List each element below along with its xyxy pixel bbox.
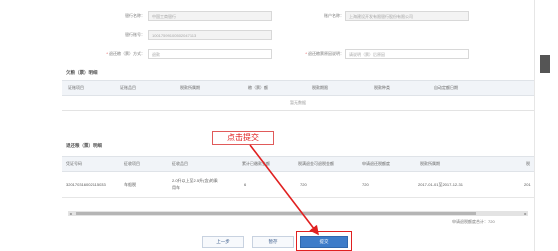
column-header: 税款期限 — [312, 85, 328, 90]
refund-method-label: * 退还粮（票）方式： — [106, 51, 145, 56]
scroll-right-icon[interactable]: ▸ — [523, 211, 528, 216]
refund-total-note: 申请退税额度合计：720 — [452, 219, 495, 224]
column-header: 征收品目 — [172, 161, 188, 166]
apply-cell: 720 — [362, 182, 369, 187]
page: 银行名称： 中国工商银行 账户名称： 上海建设开发有限银行股份有限公司 银行账号… — [0, 0, 558, 251]
bank-name-label: 银行名称： — [125, 13, 145, 18]
empty-row: 暂无数据 — [62, 95, 534, 111]
refund-method-select[interactable]: 退款 — [148, 49, 272, 59]
empty-text: 暂无数据 — [290, 100, 306, 105]
bank-account-label: 银行账号： — [125, 32, 145, 37]
bank-account-field[interactable]: 10017599100502047113 — [148, 30, 272, 40]
column-header: 申请退还税额度 — [362, 161, 390, 166]
table-row: 320170316002115033 车船税 2.0升以上至2.5升(含)的乘 … — [62, 171, 534, 198]
scroll-left-icon[interactable]: ◂ — [68, 211, 73, 216]
bank-name-field[interactable]: 中国工商银行 — [148, 11, 272, 21]
period-cell: 2017-01-01至2017-12-31 — [418, 182, 463, 187]
refund-table: 凭证号码 征收项目 征收品目 累计已缴款金额 税满退金可退税金额 申请退还税额度… — [62, 156, 534, 206]
category-cell-line-1: 2.0升以上至2.5升(含)的乘 — [172, 178, 218, 183]
account-name-label: 账户名称： — [324, 13, 344, 18]
item-cell: 车船税 — [124, 182, 136, 187]
horizontal-scrollbar-thumb[interactable] — [76, 212, 476, 215]
owed-tax-table: 证账项目 证账品目 税款所属期 粮（票）额 税款期限 税款种类 自动定额日期 暂… — [62, 80, 534, 122]
paid-cell: 6 — [244, 182, 247, 187]
column-header: 自动定额日期 — [434, 85, 458, 90]
column-header: 税款所属期 — [180, 85, 200, 90]
column-header: 征收项目 — [124, 161, 140, 166]
account-name-field[interactable]: 上海建设开发有限银行股份有限公司 — [345, 11, 469, 21]
column-header: 证账项目 — [68, 85, 84, 90]
form-row-bank: 银行名称： 中国工商银行 账户名称： 上海建设开发有限银行股份有限公司 — [0, 10, 534, 24]
prev-step-button[interactable]: 上一步 — [202, 236, 244, 248]
form-row-method: * 退还粮（票）方式： 退款 * 退还粮票原因说明： 请说明（票）后原因 — [0, 48, 534, 62]
submit-highlight-box — [296, 231, 352, 251]
owed-tax-section-title: 欠粮（票）明细 — [66, 70, 98, 75]
column-header: 粮（票）额 — [248, 85, 268, 90]
column-header: 税款种类 — [374, 85, 390, 90]
refund-reason-label: * 退还粮票原因说明： — [305, 51, 344, 56]
voucher-cell: 320170316002115033 — [66, 182, 106, 187]
refund-reason-input[interactable]: 请说明（票）后原因 — [345, 49, 469, 59]
vertical-scrollbar-thumb[interactable] — [540, 55, 550, 73]
form-row-account: 银行账号： 10017599100502047113 — [0, 29, 534, 43]
horizontal-scrollbar[interactable]: ◂ ▸ — [68, 211, 528, 216]
vertical-scrollbar-track[interactable] — [534, 0, 558, 251]
column-header: 证账品目 — [120, 85, 136, 90]
category-cell-line-2: 用车 — [172, 185, 180, 190]
column-header: 累计已缴款金额 — [242, 161, 270, 166]
refund-table-header: 凭证号码 征收项目 征收品目 累计已缴款金额 税满退金可退税金额 申请退还税额度… — [62, 156, 534, 172]
refundable-cell: 720 — [300, 182, 307, 187]
column-header: 税满退金可退税金额 — [298, 161, 334, 166]
column-header: 税款所属期 — [420, 161, 440, 166]
annotation-callout: 点击提交 — [212, 131, 274, 145]
column-header: 税 — [526, 161, 530, 166]
column-header: 凭证号码 — [66, 161, 82, 166]
extra-cell: 201 — [524, 182, 531, 187]
refund-section-title: 退还粮（票）明细 — [66, 143, 102, 148]
owed-tax-table-header: 证账项目 证账品目 税款所属期 粮（票）额 税款期限 税款种类 自动定额日期 — [62, 80, 534, 96]
save-draft-button[interactable]: 暂存 — [252, 236, 294, 248]
